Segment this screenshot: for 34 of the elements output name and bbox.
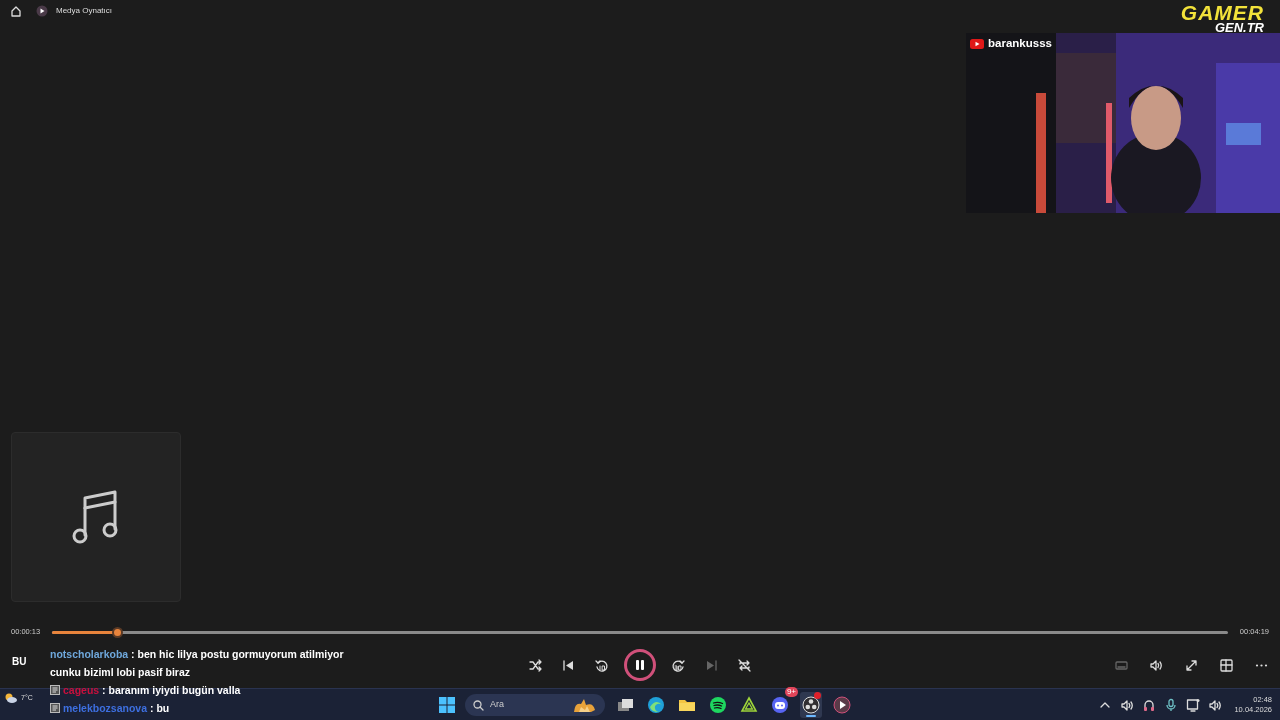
chat-app-icon[interactable] <box>771 696 789 714</box>
notification-badge: 9+ <box>784 687 798 697</box>
shuffle-icon[interactable] <box>528 657 543 673</box>
home-icon[interactable] <box>10 5 22 17</box>
stream-text: BU <box>12 655 27 669</box>
task-view-icon[interactable] <box>616 696 634 714</box>
miniplayer-icon[interactable] <box>1219 657 1234 673</box>
channel-name: barankusss <box>988 36 1052 51</box>
chat-message: cageus : baranım iyiydi bugün valla <box>63 683 241 698</box>
play-icon <box>36 5 48 17</box>
weather-icon[interactable] <box>4 692 18 704</box>
browser-icon[interactable] <box>647 696 665 714</box>
microphone-icon[interactable] <box>1164 698 1179 712</box>
display-icon[interactable] <box>1186 698 1201 712</box>
volume-icon[interactable] <box>1208 698 1223 712</box>
pause-icon[interactable] <box>633 658 647 672</box>
search-icon <box>473 699 484 711</box>
search-field[interactable]: Ara <box>465 694 605 716</box>
expand-icon[interactable] <box>1184 657 1199 673</box>
music-app-icon[interactable] <box>709 696 727 714</box>
video-icon <box>970 38 984 49</box>
repeat-off-icon[interactable] <box>737 657 752 673</box>
logo-subtext: GEN.TR <box>1214 21 1264 33</box>
volume-icon[interactable] <box>1120 698 1135 712</box>
window-title: Medya Oynatıcı <box>56 5 113 17</box>
start-button[interactable] <box>438 696 456 714</box>
seek-thumb[interactable] <box>111 626 123 638</box>
headset-icon[interactable] <box>1142 698 1157 712</box>
triangle-logo-icon[interactable] <box>740 696 758 714</box>
chat-message: notscholarkoba : ben hic lilya postu gormuyorum atilmiyor cunku biziml lobi pasif biraz <box>50 647 345 680</box>
logo-text: GAMER <box>1180 4 1264 22</box>
chat-message: melekbozsanova : bu <box>63 701 170 716</box>
media-player-icon[interactable] <box>833 696 851 714</box>
pause-button[interactable] <box>624 649 656 681</box>
